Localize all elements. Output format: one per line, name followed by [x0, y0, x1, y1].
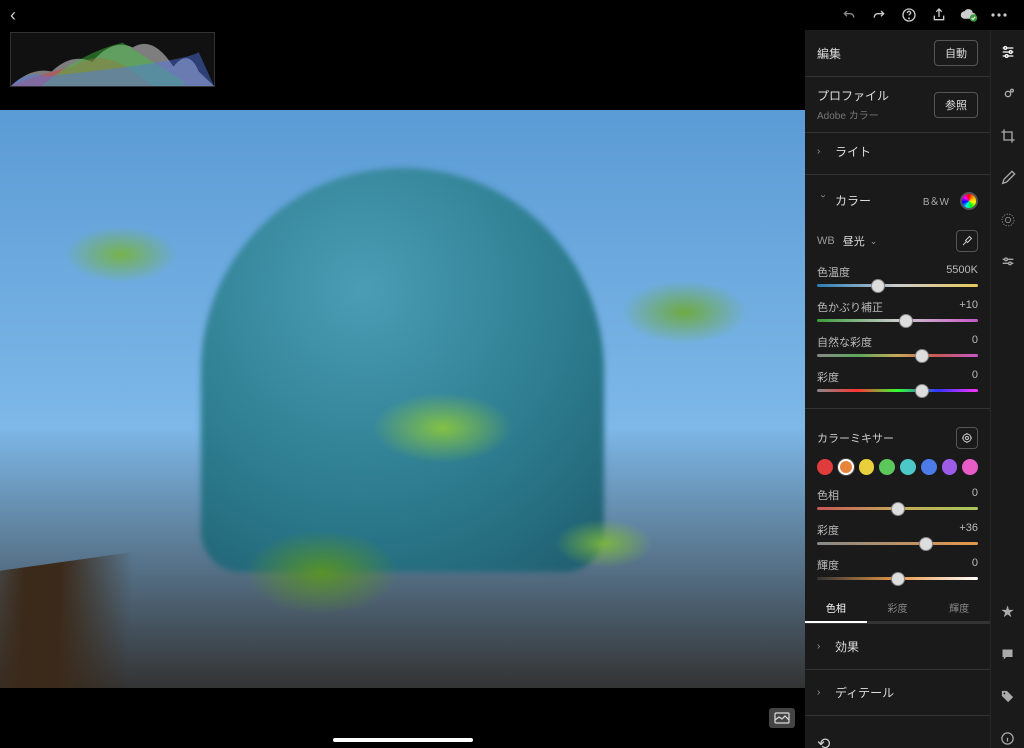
eyedropper-button[interactable]: [956, 230, 978, 252]
temperature-slider[interactable]: 色温度 5500K: [805, 260, 990, 295]
color-mixer-label: カラーミキサー: [817, 430, 956, 446]
redo-icon[interactable]: [864, 0, 894, 30]
detail-label: ディテール: [835, 684, 978, 701]
mixer-color-7[interactable]: [962, 459, 978, 475]
vibrance-value: 0: [972, 334, 978, 350]
back-button[interactable]: ‹: [10, 5, 16, 26]
canvas-area[interactable]: [0, 30, 805, 748]
mixer-color-2[interactable]: [859, 459, 875, 475]
comment-icon[interactable]: [998, 644, 1018, 664]
home-indicator: [333, 738, 473, 742]
saturation-label: 彩度: [817, 369, 839, 385]
mixer-saturation-slider[interactable]: 彩度 +36: [805, 518, 990, 553]
chevron-right-icon: ›: [817, 641, 829, 652]
share-icon[interactable]: [924, 0, 954, 30]
profile-value: Adobe カラー: [817, 107, 934, 122]
temperature-label: 色温度: [817, 264, 850, 280]
crop-icon[interactable]: [998, 126, 1018, 146]
luminance-value: 0: [972, 557, 978, 573]
temperature-value: 5500K: [946, 264, 978, 280]
color-label: カラー: [835, 192, 916, 209]
vibrance-slider[interactable]: 自然な彩度 0: [805, 330, 990, 365]
chevron-down-icon: ⌄: [870, 236, 878, 247]
tint-value: +10: [959, 299, 978, 315]
tint-label: 色かぶり補正: [817, 299, 883, 315]
chevron-right-icon: ›: [817, 687, 829, 698]
profile-heading: プロファイル: [817, 87, 934, 104]
reset-icon[interactable]: ⟲: [817, 736, 830, 748]
star-icon[interactable]: ★: [998, 602, 1018, 622]
mixer-color-5[interactable]: [921, 459, 937, 475]
wb-value: 昼光: [843, 233, 865, 249]
chevron-down-icon: ›: [818, 195, 829, 207]
luminance-label: 輝度: [817, 557, 839, 573]
tab-saturation[interactable]: 彩度: [867, 594, 929, 623]
wb-label: WB: [817, 235, 835, 247]
color-grading-button[interactable]: [960, 192, 978, 210]
auto-button[interactable]: 自動: [934, 40, 978, 66]
cloud-sync-icon[interactable]: [954, 0, 984, 30]
help-icon[interactable]: [894, 0, 924, 30]
detail-section-toggle[interactable]: › ディテール: [805, 674, 990, 711]
color-mixer-swatches: [805, 455, 990, 483]
effects-label: 効果: [835, 638, 978, 655]
light-section-toggle[interactable]: › ライト: [805, 133, 990, 170]
saturation-value: 0: [972, 369, 978, 385]
adjust-sliders-icon[interactable]: [998, 42, 1018, 62]
info-icon[interactable]: [998, 728, 1018, 748]
saturation-slider[interactable]: 彩度 0: [805, 365, 990, 400]
chevron-right-icon: ›: [817, 146, 829, 157]
mixer-color-4[interactable]: [900, 459, 916, 475]
mixer-sat-value: +36: [959, 522, 978, 538]
mixer-color-0[interactable]: [817, 459, 833, 475]
brush-icon[interactable]: [998, 168, 1018, 188]
wb-preset-dropdown[interactable]: 昼光 ⌄: [843, 233, 878, 249]
mixer-luminance-slider[interactable]: 輝度 0: [805, 553, 990, 588]
color-section-toggle[interactable]: › カラー B＆W: [805, 179, 990, 222]
bw-toggle[interactable]: B＆W: [916, 189, 956, 212]
histogram[interactable]: [10, 32, 215, 87]
edit-heading: 編集: [817, 45, 934, 62]
tag-icon[interactable]: [998, 686, 1018, 706]
mixer-color-6[interactable]: [942, 459, 958, 475]
presets-icon[interactable]: [998, 252, 1018, 272]
target-adjustment-button[interactable]: [956, 427, 978, 449]
mixer-color-3[interactable]: [879, 459, 895, 475]
healing-icon[interactable]: [998, 84, 1018, 104]
mixer-tabs: 色相 彩度 輝度: [805, 588, 990, 623]
mixer-sat-label: 彩度: [817, 522, 839, 538]
undo-icon[interactable]: [834, 0, 864, 30]
hue-value: 0: [972, 487, 978, 503]
tab-luminance[interactable]: 輝度: [928, 594, 990, 623]
edit-panel: 編集 自動 プロファイル Adobe カラー 参照 › ライト › カラー B＆…: [805, 30, 990, 748]
browse-profile-button[interactable]: 参照: [934, 92, 978, 118]
vibrance-label: 自然な彩度: [817, 334, 872, 350]
tab-hue[interactable]: 色相: [805, 594, 867, 623]
radial-gradient-icon[interactable]: [998, 210, 1018, 230]
tint-slider[interactable]: 色かぶり補正 +10: [805, 295, 990, 330]
mixer-hue-slider[interactable]: 色相 0: [805, 483, 990, 518]
light-label: ライト: [835, 143, 978, 160]
compare-button[interactable]: [769, 708, 795, 728]
tool-strip: ★: [990, 30, 1024, 748]
hue-label: 色相: [817, 487, 839, 503]
photo-preview[interactable]: [0, 110, 805, 688]
effects-section-toggle[interactable]: › 効果: [805, 628, 990, 665]
more-icon[interactable]: [984, 0, 1014, 30]
mixer-color-1[interactable]: [838, 459, 854, 475]
